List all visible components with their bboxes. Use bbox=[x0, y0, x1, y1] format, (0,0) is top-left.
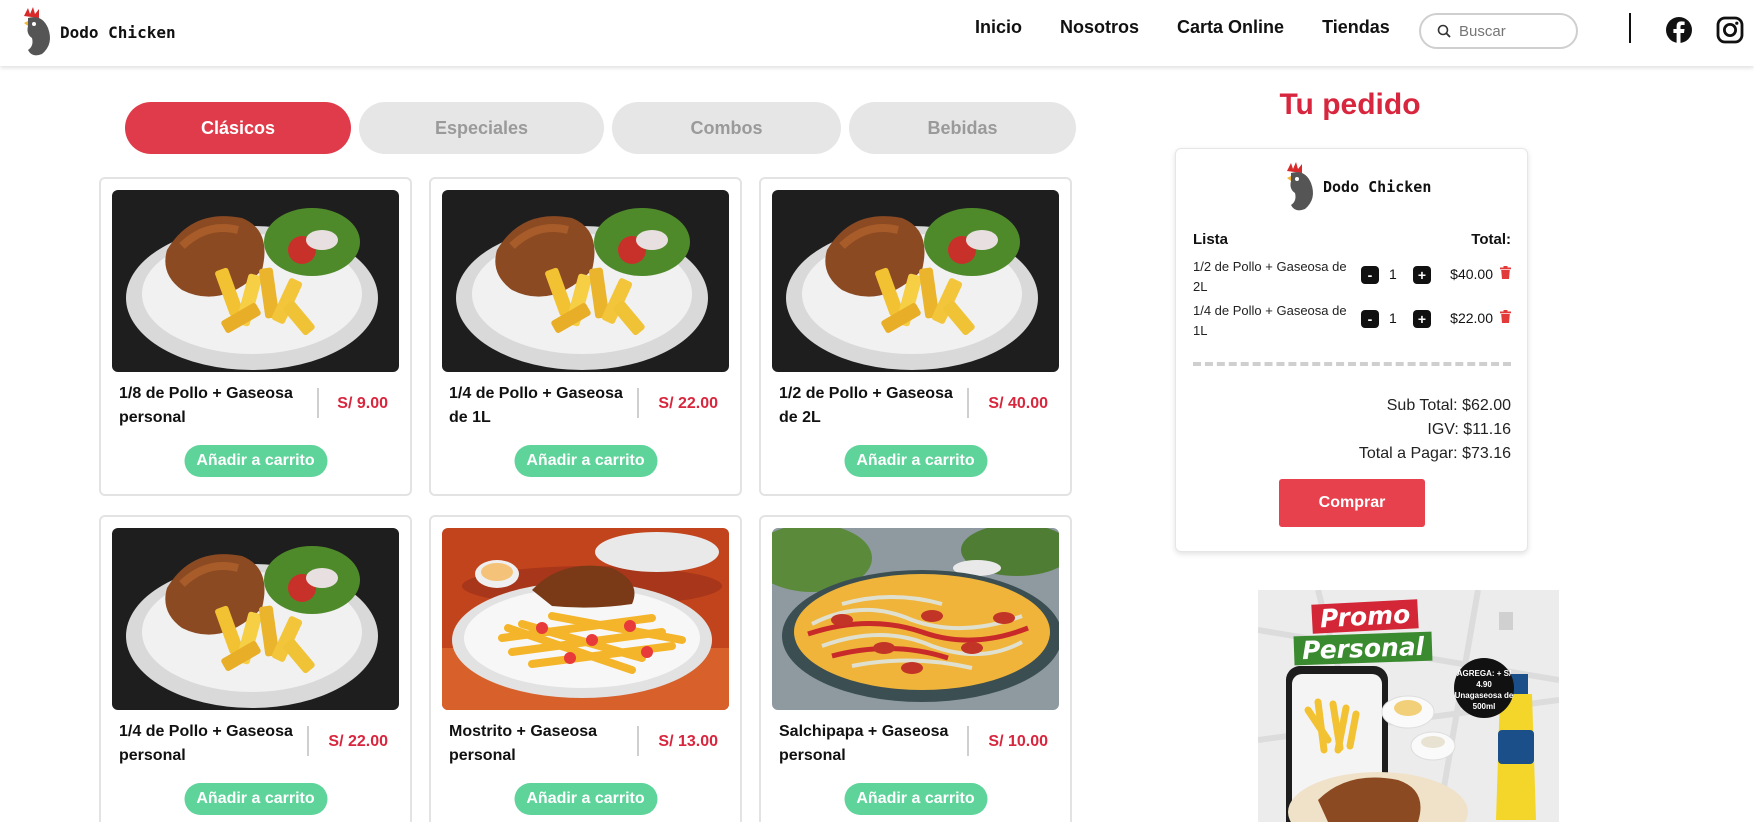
product-name: Mostrito + Gaseosa personal bbox=[449, 723, 598, 764]
pollo-papas-image bbox=[442, 190, 729, 372]
order-item-name: 1/2 de Pollo + Gaseosa de 2L bbox=[1193, 259, 1347, 294]
product-price: S/ 13.00 bbox=[658, 733, 718, 750]
grand-total-text: Total a Pagar: $73.16 bbox=[1358, 445, 1511, 462]
nav-inicio[interactable]: Inicio bbox=[975, 17, 1022, 38]
tab-especiales[interactable]: Especiales bbox=[359, 102, 604, 154]
product-photo bbox=[442, 528, 729, 710]
product-price: S/ 22.00 bbox=[328, 733, 388, 750]
product-photo bbox=[772, 528, 1059, 710]
product-card: 1/2 de Pollo + Gaseosa de 2L S/ 40.00 Añ… bbox=[759, 177, 1072, 496]
order-totals: Sub Total: $62.00 IGV: $11.16 Total a Pa… bbox=[1359, 394, 1511, 466]
instagram-icon[interactable] bbox=[1716, 16, 1744, 44]
tab-bebidas[interactable]: Bebidas bbox=[849, 102, 1076, 154]
promo-price-badge: AGREGA: + S/ 4.90 Unagaseosa de 500ml bbox=[1454, 658, 1514, 718]
add-to-cart-button[interactable]: Añadir a carrito bbox=[514, 445, 657, 477]
mostrito-image bbox=[442, 528, 729, 710]
product-price: S/ 9.00 bbox=[337, 395, 388, 412]
order-brand-name: Dodo Chicken bbox=[1323, 178, 1432, 196]
trash-icon[interactable] bbox=[1500, 310, 1511, 323]
order-brand: Dodo Chicken bbox=[1281, 161, 1431, 213]
search-input[interactable] bbox=[1459, 22, 1569, 40]
subtotal-text: Sub Total: $62.00 bbox=[1386, 397, 1511, 414]
product-card: 1/8 de Pollo + Gaseosa personal S/ 9.00 … bbox=[99, 177, 412, 496]
product-price: S/ 10.00 bbox=[988, 733, 1048, 750]
promo-title-line1: Promo bbox=[1311, 599, 1419, 634]
price-divider bbox=[637, 726, 639, 756]
product-card: 1/4 de Pollo + Gaseosa de 1L S/ 22.00 Añ… bbox=[429, 177, 742, 496]
pollo-papas-image bbox=[112, 190, 399, 372]
promo-banner[interactable]: Promo Personal AGREGA: + S/ 4.90 Unagase… bbox=[1258, 590, 1559, 822]
trash-icon[interactable] bbox=[1500, 266, 1511, 279]
rooster-logo-icon bbox=[1287, 162, 1313, 211]
igv-text: IGV: $11.16 bbox=[1427, 421, 1511, 438]
order-item-total: $40.00 bbox=[1450, 266, 1493, 282]
rooster-logo-icon bbox=[24, 7, 50, 56]
decrease-qty-button[interactable]: - bbox=[1361, 266, 1379, 284]
order-item-total: $22.00 bbox=[1450, 310, 1493, 326]
add-to-cart-button[interactable]: Añadir a carrito bbox=[514, 783, 657, 815]
nav-carta-online[interactable]: Carta Online bbox=[1177, 17, 1284, 38]
decrease-qty-button[interactable]: - bbox=[1361, 310, 1379, 328]
pollo-papas-image bbox=[772, 190, 1059, 372]
order-list-header: Lista Total: bbox=[1193, 231, 1511, 248]
add-to-cart-button[interactable]: Añadir a carrito bbox=[844, 783, 987, 815]
product-price: S/ 22.00 bbox=[658, 395, 718, 412]
order-summary-card: Dodo Chicken Lista Total: 1/2 de Pollo +… bbox=[1175, 148, 1528, 552]
facebook-icon[interactable] bbox=[1665, 16, 1693, 44]
add-to-cart-button[interactable]: Añadir a carrito bbox=[844, 445, 987, 477]
total-label: Total: bbox=[1471, 231, 1511, 248]
add-to-cart-button[interactable]: Añadir a carrito bbox=[184, 783, 327, 815]
header-divider bbox=[1629, 13, 1631, 43]
product-name: 1/4 de Pollo + Gaseosa de 1L bbox=[449, 385, 623, 426]
search-icon bbox=[1437, 24, 1451, 38]
product-photo bbox=[442, 190, 729, 372]
order-item: 1/2 de Pollo + Gaseosa de 2L - 1 + $40.0… bbox=[1193, 257, 1511, 297]
brand-logo[interactable]: Dodo Chicken bbox=[18, 6, 176, 58]
price-divider bbox=[317, 388, 319, 418]
order-item-qty: 1 bbox=[1389, 266, 1397, 282]
order-item: 1/4 de Pollo + Gaseosa de 1L - 1 + $22.0… bbox=[1193, 301, 1511, 341]
nav-tiendas[interactable]: Tiendas bbox=[1322, 17, 1390, 38]
tab-clasicos[interactable]: Clásicos bbox=[125, 102, 351, 154]
promo-title-line2: Personal bbox=[1293, 631, 1433, 666]
product-name: 1/2 de Pollo + Gaseosa de 2L bbox=[779, 385, 953, 426]
price-divider bbox=[967, 388, 969, 418]
product-name: Salchipapa + Gaseosa personal bbox=[779, 723, 949, 764]
product-card: 1/4 de Pollo + Gaseosa personal S/ 22.00… bbox=[99, 515, 412, 822]
increase-qty-button[interactable]: + bbox=[1413, 266, 1431, 284]
product-price: S/ 40.00 bbox=[988, 395, 1048, 412]
product-name: 1/4 de Pollo + Gaseosa personal bbox=[119, 723, 293, 764]
order-item-qty: 1 bbox=[1389, 310, 1397, 326]
order-title: Tu pedido bbox=[1279, 88, 1421, 121]
order-item-name: 1/4 de Pollo + Gaseosa de 1L bbox=[1193, 303, 1347, 338]
price-divider bbox=[637, 388, 639, 418]
top-navbar: Dodo Chicken Inicio Nosotros Carta Onlin… bbox=[0, 0, 1754, 66]
price-divider bbox=[307, 726, 309, 756]
add-to-cart-button[interactable]: Añadir a carrito bbox=[184, 445, 327, 477]
increase-qty-button[interactable]: + bbox=[1413, 310, 1431, 328]
brand-name: Dodo Chicken bbox=[60, 22, 176, 42]
salchipapa-image bbox=[772, 528, 1059, 710]
nav-nosotros[interactable]: Nosotros bbox=[1060, 17, 1139, 38]
tab-combos[interactable]: Combos bbox=[612, 102, 841, 154]
dashed-divider bbox=[1193, 362, 1511, 366]
product-card: Salchipapa + Gaseosa personal S/ 10.00 A… bbox=[759, 515, 1072, 822]
list-label: Lista bbox=[1193, 231, 1229, 248]
product-photo bbox=[112, 528, 399, 710]
product-photo bbox=[772, 190, 1059, 372]
price-divider bbox=[967, 726, 969, 756]
product-name: 1/8 de Pollo + Gaseosa personal bbox=[119, 385, 293, 426]
pollo-papas-image bbox=[112, 528, 399, 710]
buy-button[interactable]: Comprar bbox=[1279, 479, 1425, 527]
product-card: Mostrito + Gaseosa personal S/ 13.00 Aña… bbox=[429, 515, 742, 822]
search-box[interactable] bbox=[1419, 13, 1578, 49]
main-nav: Inicio Nosotros Carta Online Tiendas bbox=[975, 17, 1428, 38]
product-photo bbox=[112, 190, 399, 372]
